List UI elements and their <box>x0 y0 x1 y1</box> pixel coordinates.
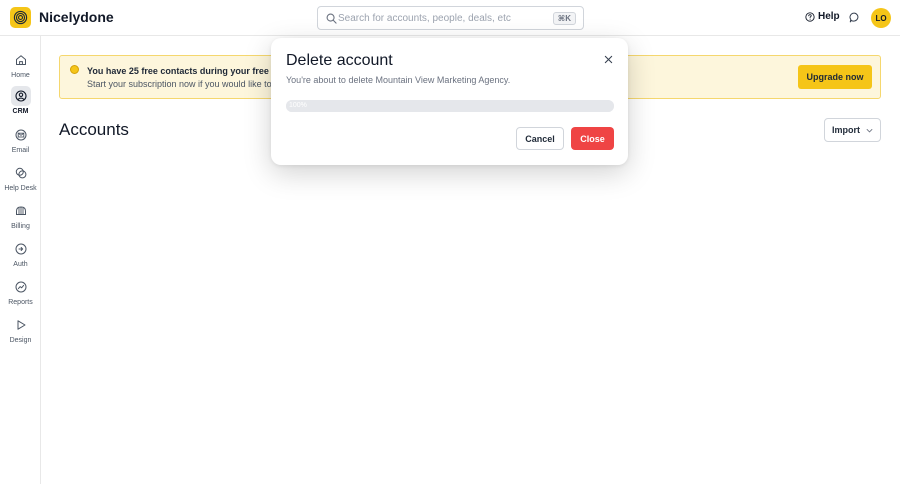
modal-close-button[interactable] <box>601 52 615 66</box>
page-title: Accounts <box>59 120 129 139</box>
spiral-logo-icon <box>13 10 28 25</box>
sidebar-item-label: Design <box>9 337 32 344</box>
sidebar-item-reports[interactable]: Reports <box>0 276 41 312</box>
info-dot-icon <box>70 65 79 74</box>
help-circle-icon <box>805 11 815 22</box>
search-icon <box>326 13 337 24</box>
modal-description: You're about to delete Mountain View Mar… <box>286 75 511 85</box>
import-label: Import <box>832 125 860 135</box>
modal-title: Delete account <box>286 52 393 69</box>
reports-icon <box>15 281 26 293</box>
delete-account-modal: Delete account You're about to delete Mo… <box>271 38 628 165</box>
sidebar-item-label: Billing <box>11 223 30 230</box>
user-avatar[interactable]: LO <box>871 8 891 28</box>
close-icon <box>604 55 612 63</box>
upgrade-now-button[interactable]: Upgrade now <box>798 65 872 89</box>
banner-subtitle: Start your subscription now if you would… <box>87 79 277 89</box>
app-logo[interactable] <box>10 7 31 28</box>
sidebar-item-design[interactable]: Design <box>0 314 41 350</box>
sidebar-item-help-desk[interactable]: Help Desk <box>0 162 41 198</box>
auth-icon <box>15 243 26 255</box>
progress-fill <box>286 100 614 112</box>
progress-label: 100% <box>289 102 307 109</box>
search-input[interactable] <box>338 9 548 27</box>
sidebar-item-billing[interactable]: Billing <box>0 200 41 236</box>
home-icon <box>15 55 26 65</box>
cancel-button[interactable]: Cancel <box>516 127 564 150</box>
delete-progress-bar: 100% <box>286 100 614 112</box>
help-label: Help <box>818 11 840 22</box>
sidebar-item-label: Reports <box>8 299 33 306</box>
sidebar-item-label: Auth <box>13 261 28 268</box>
chevron-down-icon <box>866 128 873 133</box>
close-button[interactable]: Close <box>571 127 614 150</box>
import-button[interactable]: Import <box>824 118 881 142</box>
sidebar: Home CRM Email Help Desk Billing Auth Re… <box>0 36 41 484</box>
sidebar-item-label: Help Desk <box>4 185 37 192</box>
design-icon <box>17 320 25 330</box>
crm-icon <box>14 90 27 102</box>
billing-icon <box>15 206 26 215</box>
banner-title: You have 25 free contacts during your fr… <box>87 66 288 76</box>
sidebar-item-home[interactable]: Home <box>0 49 41 85</box>
help-button[interactable]: Help <box>805 11 840 22</box>
sidebar-item-auth[interactable]: Auth <box>0 238 41 274</box>
app-name: Nicelydone <box>39 9 114 25</box>
help-desk-icon <box>15 167 26 179</box>
chat-bubble-icon[interactable] <box>849 12 860 23</box>
search-shortcut-badge: ⌘K <box>552 12 576 25</box>
sidebar-item-label: CRM <box>12 108 29 115</box>
sidebar-item-email[interactable]: Email <box>0 124 41 160</box>
email-icon <box>15 129 26 141</box>
sidebar-item-label: Home <box>11 72 30 79</box>
sidebar-item-label: Email <box>11 147 30 154</box>
search-box[interactable]: ⌘K <box>317 6 584 30</box>
sidebar-item-crm[interactable]: CRM <box>0 85 41 121</box>
top-bar: Nicelydone ⌘K Help LO <box>0 0 900 36</box>
